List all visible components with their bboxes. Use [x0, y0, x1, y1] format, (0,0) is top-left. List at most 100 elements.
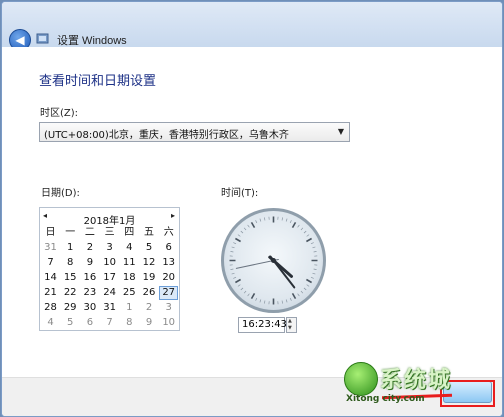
minute-tick	[289, 220, 292, 224]
calendar-day[interactable]: 27	[159, 286, 179, 300]
timezone-select[interactable]: (UTC+08:00)北京，重庆，香港特别行政区，乌鲁木齐 ▼	[39, 122, 350, 142]
clock-center	[271, 258, 276, 263]
calendar-day[interactable]: 8	[61, 256, 80, 270]
calendar-day[interactable]: 11	[120, 256, 139, 270]
minute-tick	[312, 272, 316, 275]
calendar-day[interactable]: 23	[80, 286, 99, 300]
calendar-day[interactable]: 6	[80, 316, 99, 330]
timezone-value: (UTC+08:00)北京，重庆，香港特别行政区，乌鲁木齐	[44, 130, 289, 141]
windows-setup-icon	[36, 33, 49, 44]
spin-up-icon[interactable]: ▲	[288, 318, 292, 324]
minute-tick	[259, 218, 262, 222]
minute-tick	[247, 224, 250, 228]
minute-tick	[300, 227, 304, 231]
minute-tick	[230, 251, 234, 253]
weekday-label: 一	[65, 227, 76, 238]
hour-tick	[250, 293, 256, 300]
calendar-day[interactable]: 8	[120, 316, 139, 330]
calendar-day[interactable]: 12	[140, 256, 159, 270]
weekday-label: 五	[144, 227, 154, 238]
calendar-day[interactable]: 4	[120, 241, 139, 255]
calendar-day[interactable]: 24	[100, 286, 119, 300]
minute-tick	[231, 246, 235, 249]
calendar-day[interactable]: 14	[41, 271, 60, 285]
week-row: 21 22 23 24 25 26 27	[41, 286, 180, 301]
calendar-day[interactable]: 15	[61, 271, 80, 285]
calendar-day[interactable]: 1	[61, 241, 80, 255]
calendar-day[interactable]: 20	[159, 271, 178, 285]
calendar-day[interactable]: 6	[159, 241, 178, 255]
calendar-day[interactable]: 22	[61, 286, 80, 300]
calendar-day[interactable]: 2	[140, 301, 159, 315]
calendar-day[interactable]: 28	[41, 301, 60, 315]
calendar-day[interactable]: 31	[100, 301, 119, 315]
minute-tick	[312, 246, 316, 249]
minute-tick	[264, 217, 266, 221]
analog-clock	[221, 208, 326, 313]
minute-tick	[237, 284, 241, 287]
hour-tick	[291, 293, 297, 300]
minute-tick	[297, 293, 300, 297]
calendar-day[interactable]: 18	[120, 271, 139, 285]
calendar-day[interactable]: 26	[140, 286, 159, 300]
minute-tick	[233, 276, 237, 279]
minute-tick	[306, 284, 310, 287]
next-month-button[interactable]: ▸	[171, 211, 175, 220]
calendar-day[interactable]: 3	[100, 241, 119, 255]
minute-tick	[313, 251, 317, 253]
time-input[interactable]: 16:23:43	[238, 317, 287, 333]
window-title: 设置 Windows	[57, 35, 127, 47]
page-title: 查看时间和日期设置	[39, 74, 157, 89]
clock-face	[229, 216, 318, 305]
calendar-day[interactable]: 4	[41, 316, 60, 330]
calendar-day[interactable]: 10	[159, 316, 178, 330]
calendar-month-title[interactable]: 2018年1月	[40, 212, 179, 227]
calendar-day[interactable]: 29	[61, 301, 80, 315]
minute-tick	[230, 268, 234, 270]
calendar-header: ◂ 2018年1月 ▸	[40, 208, 179, 227]
watermark-logo: 系统城 Xitong city.com	[340, 356, 490, 408]
calendar-day[interactable]: 19	[140, 271, 159, 285]
minute-tick	[255, 297, 258, 301]
minute-tick	[300, 290, 304, 294]
hour-tick	[291, 221, 297, 228]
logo-icon	[344, 362, 378, 396]
calendar-day[interactable]: 25	[120, 286, 139, 300]
title-bar: ◀ 设置 Windows	[2, 2, 502, 51]
spin-down-icon[interactable]: ▼	[288, 325, 292, 331]
calendar-day[interactable]: 7	[100, 316, 119, 330]
calendar-day[interactable]: 7	[41, 256, 60, 270]
calendar-day[interactable]: 3	[159, 301, 178, 315]
week-row: 28 29 30 31 1 2 3	[41, 301, 180, 316]
week-row: 14 15 16 17 18 19 20	[41, 271, 180, 286]
content-area: 查看时间和日期设置 时区(Z): (UTC+08:00)北京，重庆，香港特别行政…	[2, 47, 502, 377]
calendar-day[interactable]: 10	[100, 256, 119, 270]
calendar-day[interactable]: 5	[140, 241, 159, 255]
hour-tick	[234, 278, 241, 284]
hour-tick	[306, 237, 313, 243]
calendar-day[interactable]: 16	[80, 271, 99, 285]
calendar-day[interactable]: 21	[41, 286, 60, 300]
calendar-day[interactable]: 13	[159, 256, 178, 270]
timezone-label: 时区(Z):	[40, 108, 79, 119]
minute-tick	[240, 230, 244, 234]
calendar-day[interactable]: 17	[100, 271, 119, 285]
calendar-day[interactable]: 5	[61, 316, 80, 330]
weekday-row: 日一二三四五六	[41, 226, 180, 241]
calendar-day[interactable]: 30	[80, 301, 99, 315]
minute-tick	[303, 230, 307, 234]
time-spinner[interactable]: ▲ ▼	[286, 317, 297, 333]
weekday-label: 四	[124, 227, 135, 238]
calendar-day[interactable]: 9	[140, 316, 159, 330]
calendar-day[interactable]: 9	[80, 256, 99, 270]
calendar-day[interactable]: 2	[80, 241, 99, 255]
calendar: ◂ 2018年1月 ▸ 日一二三四五六 31 1 2 3 4 5 6 7 8 9 10 11 12 13 14…	[39, 207, 180, 331]
calendar-day[interactable]: 1	[120, 301, 139, 315]
week-row: 31 1 2 3 4 5 6	[41, 241, 180, 256]
minute-tick	[281, 300, 283, 304]
hour-tick	[234, 237, 241, 243]
minute-tick	[313, 268, 317, 270]
minute-tick	[231, 272, 235, 275]
week-row: 7 8 9 10 11 12 13	[41, 256, 180, 271]
calendar-day[interactable]: 31	[41, 241, 60, 255]
